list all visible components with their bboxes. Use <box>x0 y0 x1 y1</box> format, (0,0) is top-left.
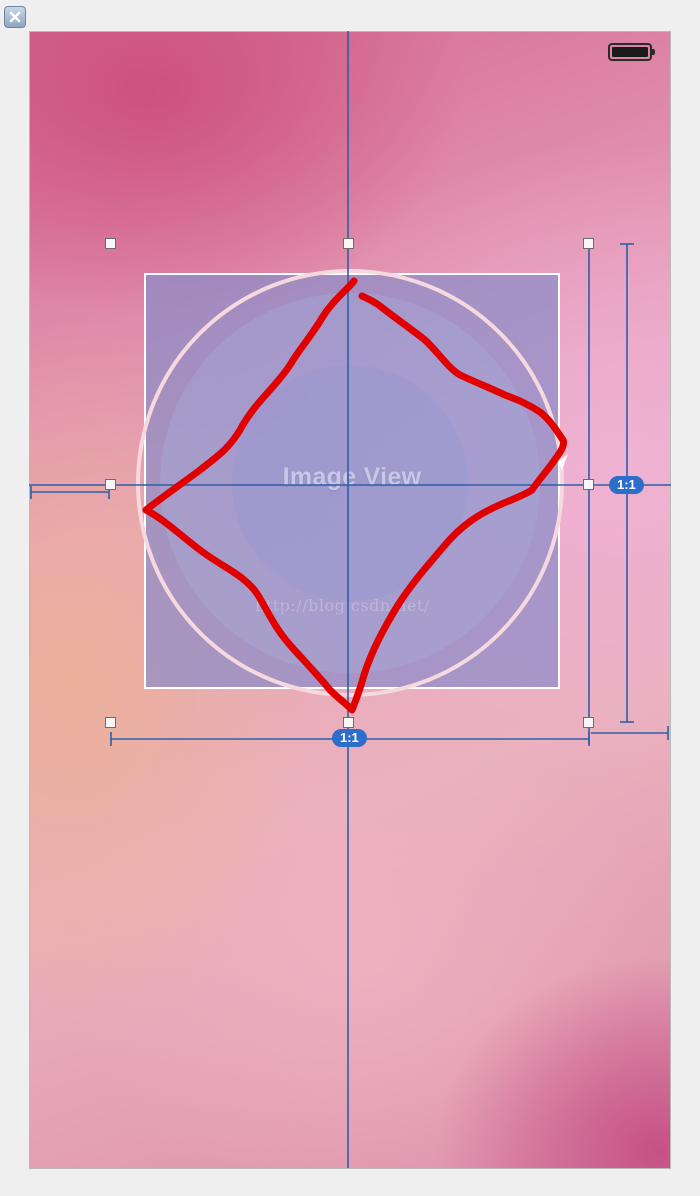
resize-handle-top-right[interactable] <box>583 238 594 249</box>
constraint-overlay <box>29 31 671 1168</box>
resize-handle-top-left[interactable] <box>105 238 116 249</box>
resize-handle-top-center[interactable] <box>343 238 354 249</box>
resize-handle-middle-right[interactable] <box>583 479 594 490</box>
resize-handle-bottom-center[interactable] <box>343 717 354 728</box>
resize-handle-middle-left[interactable] <box>105 479 116 490</box>
resize-handle-bottom-right[interactable] <box>583 717 594 728</box>
resize-handle-bottom-left[interactable] <box>105 717 116 728</box>
aspect-ratio-badge-vertical[interactable]: 1:1 <box>609 476 644 494</box>
aspect-ratio-badge-horizontal[interactable]: 1:1 <box>332 729 367 747</box>
image-inner-core <box>232 365 468 601</box>
storyboard-window: Image View http://blog.csdn.net/ <box>0 0 700 1196</box>
